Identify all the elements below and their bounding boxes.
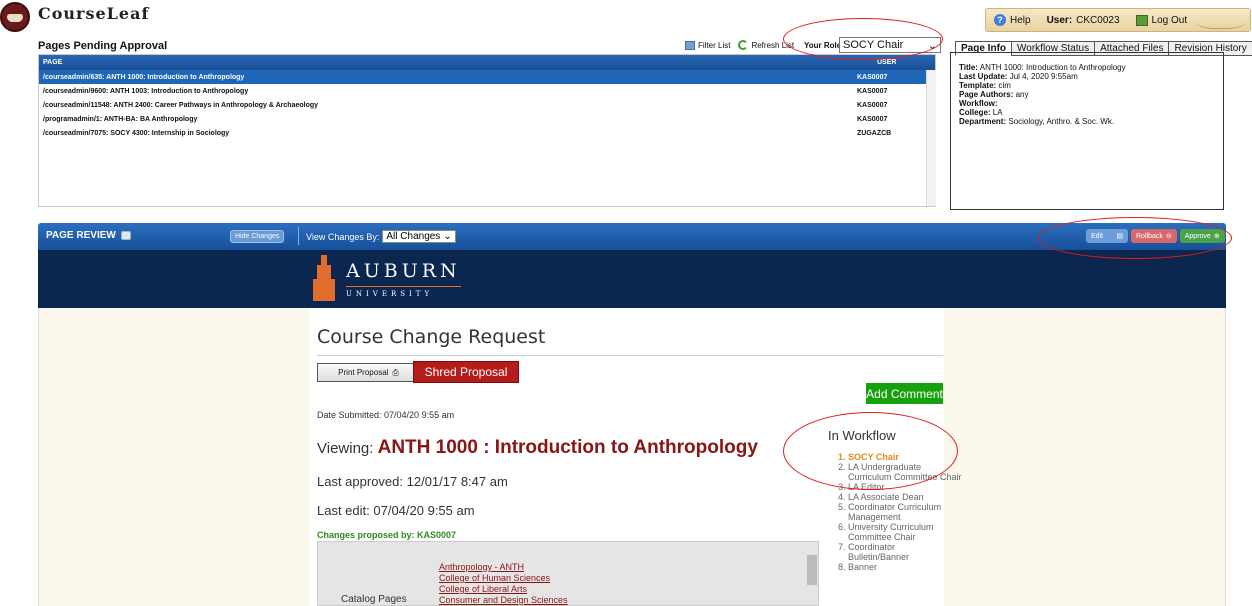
auburn-name: AUBURN xyxy=(346,260,461,282)
info-workflow: Workflow: xyxy=(959,99,998,108)
row-user: KAS0007 xyxy=(857,115,888,123)
row-user: KAS0007 xyxy=(857,87,888,95)
hide-changes-button[interactable]: Hide Changes xyxy=(230,230,285,243)
user-info: User: CKC0023 xyxy=(1039,15,1128,26)
logout-label: Log Out xyxy=(1151,14,1188,26)
chevron-down-icon: ⌄ xyxy=(443,231,452,242)
catalog-link[interactable]: Consumer and Design Sciences xyxy=(439,595,568,606)
print-proposal-label: Print Proposal xyxy=(338,368,389,377)
divider xyxy=(298,227,299,245)
right-margin xyxy=(944,308,1226,606)
pending-actions: Filter List Refresh List xyxy=(685,40,794,50)
auburn-banner: AUBURN UNIVERSITY xyxy=(38,250,1226,308)
viewing-course-title: ANTH 1000 : Introduction to Anthropology xyxy=(377,437,758,458)
catalog-pages-label: Catalog Pages xyxy=(341,594,407,605)
view-changes-select[interactable]: All Changes ⌄ xyxy=(382,230,456,243)
logout-button[interactable]: Log Out xyxy=(1128,14,1196,26)
help-link[interactable]: ? Help xyxy=(986,14,1039,26)
row-user: KAS0007 xyxy=(857,73,888,81)
pending-table-header: PAGE USER xyxy=(39,55,935,70)
pending-table: PAGE USER /courseadmin/635: ANTH 1000: I… xyxy=(38,54,936,207)
info-department: Department: Sociology, Anthro. & Soc. Wk… xyxy=(959,117,1115,126)
left-margin xyxy=(38,308,310,606)
shred-proposal-button[interactable]: Shred Proposal xyxy=(413,361,519,383)
top-toolbar: ? Help User: CKC0023 Log Out xyxy=(985,8,1251,32)
column-header-user: USER xyxy=(877,59,897,66)
workflow-step: 4. LA Associate Dean xyxy=(838,492,924,502)
filter-list-button[interactable]: Filter List xyxy=(685,40,730,50)
viewing-label: Viewing: xyxy=(317,440,374,457)
last-edit: Last edit: 07/04/20 9:55 am xyxy=(317,503,475,518)
divider xyxy=(317,355,943,356)
page-title: Course Change Request xyxy=(317,326,546,348)
info-template: Template: cim xyxy=(959,81,1011,90)
print-proposal-button[interactable]: Print Proposal ⎙ xyxy=(317,363,420,382)
table-row[interactable]: /courseadmin/635: ANTH 1000: Introductio… xyxy=(39,70,927,84)
filter-list-label: Filter List xyxy=(698,40,731,50)
scrollbar-thumb[interactable] xyxy=(807,555,817,585)
view-changes-by: View Changes By: All Changes ⌄ xyxy=(306,230,456,243)
info-authors: Page Authors: any xyxy=(959,90,1029,99)
add-comment-button[interactable]: Add Comment xyxy=(866,383,943,404)
catalog-scrollbar[interactable] xyxy=(807,545,817,605)
date-submitted: Date Submitted: 07/04/20 9:55 am xyxy=(317,410,455,420)
viewing-line: Viewing: ANTH 1000 : Introduction to Ant… xyxy=(317,437,758,459)
page-review-label: PAGE REVIEW xyxy=(46,230,116,241)
catalog-pages-box: Catalog Pages Anthropology - ANTH Colleg… xyxy=(317,541,819,606)
auburn-logo: AUBURN UNIVERSITY xyxy=(310,250,461,308)
info-title: Title: ANTH 1000: Introduction to Anthro… xyxy=(959,63,1126,72)
pending-approval-title: Pages Pending Approval xyxy=(38,40,168,52)
table-row[interactable]: /courseadmin/7075: SOCY 4300: Internship… xyxy=(39,126,927,140)
courseleaf-logo xyxy=(0,2,30,32)
annotation-ring-role xyxy=(783,18,943,60)
table-row[interactable]: /programadmin/1: ANTH-BA: BA Anthropolog… xyxy=(39,112,927,126)
row-page: /courseadmin/9600: ANTH 1003: Introducti… xyxy=(43,87,249,95)
catalog-link[interactable]: College of Liberal Arts xyxy=(439,584,568,595)
changes-proposed-by: Changes proposed by: KAS0007 xyxy=(317,530,457,540)
printer-icon: ⎙ xyxy=(392,367,399,377)
refresh-icon xyxy=(738,40,749,50)
annotation-ring-workflow xyxy=(783,412,958,490)
catalog-links: Anthropology - ANTH College of Human Sci… xyxy=(439,562,568,606)
annotation-ring-actions xyxy=(1038,217,1232,259)
user-id: CKC0023 xyxy=(1076,14,1120,26)
catalog-link[interactable]: Anthropology - ANTH xyxy=(439,562,568,573)
workflow-step: 6. University Curriculum Committee Chair xyxy=(838,522,934,542)
printer-icon[interactable] xyxy=(120,231,131,240)
page-info-panel: Title: ANTH 1000: Introduction to Anthro… xyxy=(950,52,1224,210)
workflow-step: 8. Banner xyxy=(838,562,878,572)
last-approved: Last approved: 12/01/17 8:47 am xyxy=(317,474,508,489)
toolbar-decoration xyxy=(1195,11,1246,29)
workflow-step: 7. Coordinator Bulletin/Banner xyxy=(838,542,910,562)
view-changes-label: View Changes By: xyxy=(306,231,380,242)
row-user: ZUGAZCB xyxy=(857,129,892,137)
row-page: /courseadmin/635: ANTH 1000: Introductio… xyxy=(43,73,245,81)
help-icon: ? xyxy=(994,14,1006,26)
table-row[interactable]: /courseadmin/9600: ANTH 1003: Introducti… xyxy=(39,84,927,98)
user-label: User: xyxy=(1046,14,1073,26)
workflow-step: 5. Coordinator Curriculum Management xyxy=(838,502,942,522)
row-page: /programadmin/1: ANTH-BA: BA Anthropolog… xyxy=(43,115,198,123)
logout-icon xyxy=(1135,14,1148,26)
catalog-link[interactable]: College of Human Sciences xyxy=(439,573,568,584)
info-college: College: LA xyxy=(959,108,1003,117)
row-user: KAS0007 xyxy=(857,101,888,109)
filter-icon xyxy=(685,40,695,50)
view-changes-value: All Changes xyxy=(386,231,441,242)
app-title: CourseLeaf xyxy=(38,4,150,23)
info-last-update: Last Update: Jul 4, 2020 9:55am xyxy=(959,72,1078,81)
table-row[interactable]: /courseadmin/11548: ANTH 2400: Career Pa… xyxy=(39,98,927,112)
help-label: Help xyxy=(1010,14,1031,26)
row-page: /courseadmin/7075: SOCY 4300: Internship… xyxy=(43,129,230,137)
auburn-sub: UNIVERSITY xyxy=(346,286,461,298)
row-page: /courseadmin/11548: ANTH 2400: Career Pa… xyxy=(43,101,319,109)
pending-scrollbar[interactable] xyxy=(926,70,936,206)
tower-icon xyxy=(310,255,338,303)
page-review-title: PAGE REVIEW xyxy=(46,230,131,241)
column-header-page: PAGE xyxy=(43,59,63,66)
